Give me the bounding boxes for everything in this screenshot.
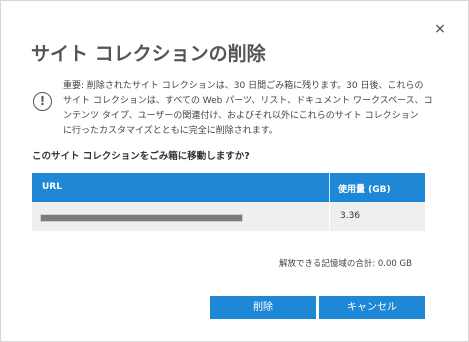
dialog-title: サイト コレクションの削除 [31, 43, 266, 65]
table-header: URL 使用量 (GB) [32, 173, 425, 202]
column-header-url: URL [42, 182, 62, 192]
warning-icon: ! [33, 92, 52, 111]
notice-line: に行ったカスタマイズとともに完全に削除されます。 [63, 126, 278, 136]
confirm-question: このサイト コレクションをごみ箱に移動しますか? [32, 151, 250, 162]
delete-button[interactable]: 削除 [210, 296, 316, 319]
usage-value: 3.36 [340, 211, 361, 221]
cancel-button[interactable]: キャンセル [319, 296, 425, 319]
column-header-usage: 使用量 (GB) [338, 185, 391, 195]
notice-line: 重要: 削除されたサイト コレクションは、30 日間ごみ箱に残ります。30 日後… [63, 81, 424, 91]
notice-text: 重要: 削除されたサイト コレクションは、30 日間ごみ箱に残ります。30 日後… [63, 79, 463, 139]
column-divider [329, 173, 330, 202]
total-storage-label: 解放できる記憶域の合計: 0.00 GB [279, 259, 412, 269]
redacted-url [40, 214, 243, 222]
notice-line: サイト コレクションは、すべての Web パーツ、リスト、ドキュメント ワークス… [63, 96, 433, 106]
column-divider [329, 202, 330, 231]
close-icon[interactable]: × [430, 19, 450, 39]
site-collection-table: URL 使用量 (GB) 3.36 [32, 173, 425, 231]
table-row: 3.36 [32, 202, 425, 231]
notice-line: ンテンツ タイプ、ユーザーの関連付け、およびそれ以外にこれらのサイト コレクショ… [63, 111, 419, 121]
delete-site-collection-dialog: × サイト コレクションの削除 ! 重要: 削除されたサイト コレクションは、3… [0, 0, 469, 342]
